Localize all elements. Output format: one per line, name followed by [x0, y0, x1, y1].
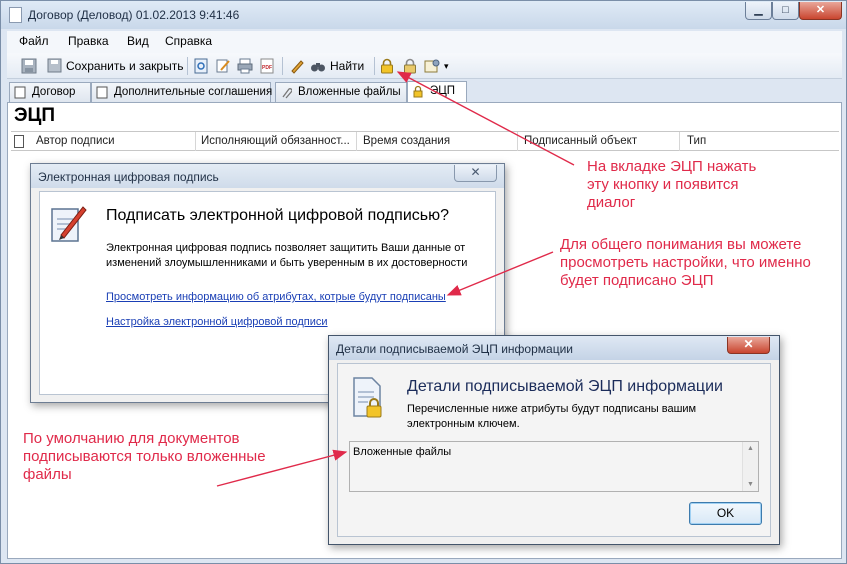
arrow-to-attributes-link — [446, 251, 554, 296]
annotation-settings: Для общего понимания вы можете просмотре… — [560, 236, 811, 289]
annotation-default: По умолчанию для документов подписываютс… — [23, 430, 266, 483]
arrow-to-toolbar-button — [396, 71, 575, 166]
annotation-tab-button: На вкладке ЭЦП нажать эту кнопку и появи… — [587, 158, 757, 211]
